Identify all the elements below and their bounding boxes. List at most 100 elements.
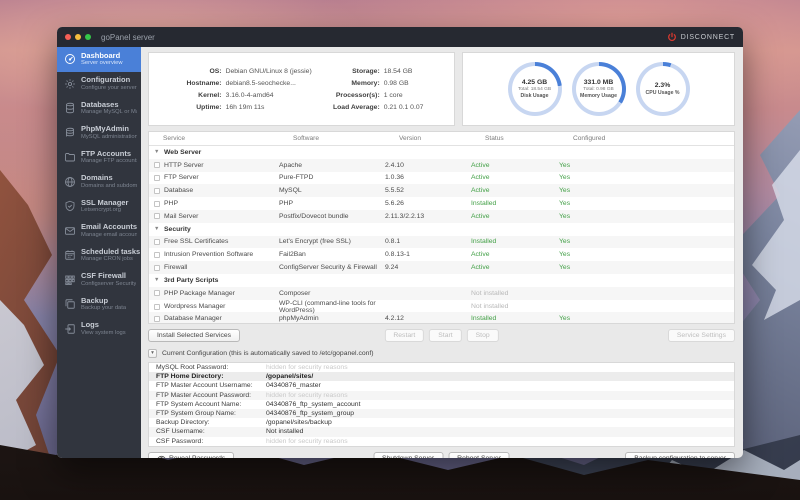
sidebar: Dashboard Server overview Configuration Con… <box>57 47 141 458</box>
collapse-group-icon[interactable]: ▼ <box>154 149 160 155</box>
service-row-php-package-manager[interactable]: PHP Package Manager Composer Not installed <box>149 286 734 300</box>
window-title: goPanel server <box>101 32 155 42</box>
collapse-configuration-button[interactable]: ▾ <box>148 348 157 358</box>
sidebar-item-configuration[interactable]: Configuration Configure your server <box>57 72 141 97</box>
sidebar-item-databases[interactable]: DatabasesManage MySQL or MariaDB <box>57 96 141 121</box>
current-configuration-title: Current Configuration (this is automatic… <box>162 349 374 357</box>
row-checkbox[interactable] <box>154 200 160 207</box>
sidebar-item-label: Scheduled tasks <box>81 246 141 256</box>
service-row-database-manager[interactable]: Database Manager phpMyAdmin 4.2.12 Installe… <box>149 312 734 323</box>
gauge-value: 2.3% <box>654 82 671 89</box>
reveal-passwords-button[interactable]: Reveal Passwords <box>148 451 235 458</box>
eye-icon <box>157 455 166 458</box>
restart-button[interactable]: Restart <box>384 329 425 342</box>
info-label: Uptime: <box>196 103 222 111</box>
row-checkbox[interactable] <box>154 238 160 245</box>
sidebar-item-domains[interactable]: DomainsDomains and subdomains <box>57 170 141 195</box>
row-checkbox[interactable] <box>154 187 160 194</box>
service-row-free-ssl-certificates[interactable]: Free SSL Certificates Let's Encrypt (free… <box>149 235 734 249</box>
row-checkbox[interactable] <box>154 315 160 322</box>
service-row-http-server[interactable]: HTTP Server Apache 2.4.10 Active Yes <box>149 158 734 172</box>
config-row-backup-directory: Backup Directory: /gopanel/sites/backup <box>149 418 734 427</box>
service-row-php[interactable]: PHP PHP 5.6.26 Installed Yes <box>149 197 734 210</box>
sidebar-item-backup[interactable]: Backup Backup your data <box>57 292 141 317</box>
folder-icon <box>63 151 76 164</box>
configured-value: Yes <box>559 212 571 220</box>
row-checkbox[interactable] <box>154 264 160 271</box>
sidebar-item-sublabel: Manage CRON jobs <box>81 256 133 262</box>
info-row-hostname: Hostname: debian8.5-seochecke... <box>180 80 312 87</box>
config-label: FTP System Account Name: <box>156 400 242 408</box>
service-row-mail-server[interactable]: Mail Server Postfix/Dovecot bundle 2.11.3/… <box>149 209 734 223</box>
service-row-intrusion-prevention-software[interactable]: Intrusion Prevention Software Fail2Ban 0.8… <box>149 248 734 261</box>
service-name: Wordpress Manager <box>164 303 226 311</box>
current-configuration-header: ▾ Current Configuration (this is automat… <box>148 348 735 358</box>
row-checkbox[interactable] <box>154 162 160 169</box>
stop-button[interactable]: Stop <box>466 329 499 342</box>
gauge-label: Memory Usage <box>580 93 617 99</box>
sidebar-item-ftp-accounts[interactable]: FTP Accounts Manage FTP accounts <box>57 145 141 170</box>
sidebar-item-dashboard[interactable]: Dashboard Server overview <box>57 47 141 72</box>
disconnect-button[interactable]: DISCONNECT <box>667 32 735 42</box>
info-value: 1 core <box>383 91 403 99</box>
start-button[interactable]: Start <box>429 329 462 342</box>
reboot-server-button[interactable]: Reboot Server <box>448 451 510 458</box>
column-software: Software <box>293 135 320 142</box>
row-checkbox[interactable] <box>154 303 160 310</box>
server-info-right-column: Storage: 18.54 GB Memory: 0.98 GB Processor(… <box>328 67 424 111</box>
footer-actions-row: Reveal Passwords Shutdown Server Reboot … <box>148 451 735 458</box>
info-row-memory: Memory: 0.98 GB <box>328 80 424 87</box>
config-row-ftp-home-directory: FTP Home Directory: /gopanel/sites/ <box>149 372 734 382</box>
envelope-icon <box>63 224 76 237</box>
service-name: PHP <box>164 200 178 208</box>
software-name: PHP <box>279 200 293 208</box>
config-value: /gopanel/sites/backup <box>266 419 332 427</box>
sidebar-item-label: SSL Manager <box>81 197 129 207</box>
info-row-processor-s: Processor(s): 1 core <box>328 92 424 99</box>
row-checkbox[interactable] <box>154 290 160 297</box>
row-checkbox[interactable] <box>154 251 160 258</box>
status-value: Active <box>471 161 490 169</box>
sidebar-item-phpmyadmin[interactable]: PhpMyAdminMySQL administration tool <box>57 121 141 146</box>
minimize-window-button[interactable] <box>75 34 81 40</box>
config-row-mysql-root-password: MySQL Root Password: hidden for security … <box>149 363 734 372</box>
sidebar-item-label: PhpMyAdmin <box>81 124 129 133</box>
version-value: 0.8.13-1 <box>385 251 410 259</box>
info-label: Load Average: <box>333 103 380 111</box>
sidebar-item-scheduled-tasks[interactable]: Scheduled tasks Manage CRON jobs <box>57 243 141 268</box>
service-name: Firewall <box>164 264 188 272</box>
gauge-total: Total: 18.54 GB <box>517 87 552 92</box>
sidebar-item-sublabel: Manage MySQL or MariaDB <box>81 109 137 115</box>
service-row-database[interactable]: Database MySQL 5.5.52 Active Yes <box>149 184 734 198</box>
version-value: 9.24 <box>385 264 399 272</box>
globe-icon <box>63 175 76 188</box>
info-label: Storage: <box>352 67 380 75</box>
row-checkbox[interactable] <box>154 213 160 220</box>
info-value: debian8.5-seochecke... <box>225 79 296 87</box>
sidebar-item-label: Email Accounts <box>81 222 137 231</box>
sidebar-item-ssl-manager[interactable]: SSL Manager Letsencrypt.org <box>57 194 141 219</box>
disk-usage-gauge: 4.25 GB Total: 18.54 GB Disk Usage <box>507 62 562 116</box>
collapse-group-icon[interactable]: ▼ <box>154 277 160 283</box>
sidebar-item-csf-firewall[interactable]: CSF Firewall Configserver Security <box>57 268 141 293</box>
service-name: Database <box>164 187 194 195</box>
service-settings-button[interactable]: Service Settings <box>667 329 735 342</box>
zoom-window-button[interactable] <box>85 34 91 40</box>
usage-charts-panel: 4.25 GB Total: 18.54 GB Disk Usage 331.0 MB… <box>462 52 735 126</box>
service-row-ftp-server[interactable]: FTP Server Pure-FTPD 1.0.36 Active Yes <box>149 172 734 185</box>
install-selected-services-button[interactable]: Install Selected Services <box>148 329 241 342</box>
close-window-button[interactable] <box>65 34 71 40</box>
shutdown-server-button[interactable]: Shutdown Server <box>373 451 444 458</box>
group-row-3rd-party-scripts: ▼ 3rd Party Scripts <box>149 274 734 287</box>
backup-configuration-button[interactable]: Backup configuration to server <box>625 451 735 458</box>
collapse-group-icon[interactable]: ▼ <box>154 226 160 232</box>
info-value: Debian GNU/Linux 8 (jessie) <box>225 67 312 75</box>
service-row-wordpress-manager[interactable]: Wordpress Manager WP-CLI (command-line to… <box>149 300 734 314</box>
row-checkbox[interactable] <box>154 174 160 181</box>
config-row-ftp-master-account-password: FTP Master Account Password: hidden for s… <box>149 390 734 400</box>
sidebar-item-logs[interactable]: Logs View system logs <box>57 317 141 342</box>
sidebar-item-sublabel: Backup your data <box>81 305 127 311</box>
service-row-firewall[interactable]: Firewall ConfigServer Security & Firewall… <box>149 261 734 274</box>
configured-value: Yes <box>559 315 571 323</box>
sidebar-item-email-accounts[interactable]: Email Accounts Manage email accounts <box>57 219 141 244</box>
